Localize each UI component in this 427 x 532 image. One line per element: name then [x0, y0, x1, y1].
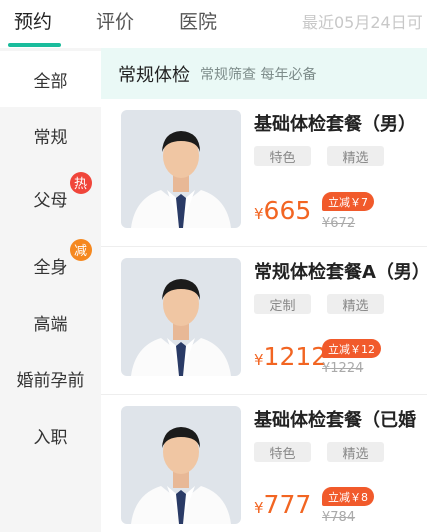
- sidebar-item-label: 父母 热: [33, 171, 92, 211]
- category-sidebar: 全部 常规 父母 热 全身 减 高端 婚前孕前 入职: [0, 48, 101, 532]
- original-price: ¥1224: [322, 361, 364, 376]
- sidebar-item-label: 入职: [33, 427, 68, 448]
- discount-badge: 立减￥8: [322, 487, 374, 506]
- sidebar-item-all[interactable]: 全部: [0, 51, 101, 107]
- doctor-photo: [121, 258, 241, 376]
- earliest-date-note: 最近05月24日可: [302, 13, 423, 32]
- sidebar-item-full-body[interactable]: 全身 减: [0, 237, 101, 293]
- package-tag: 定制: [254, 294, 311, 314]
- original-price: ¥784: [322, 510, 356, 525]
- section-title: 常规体检: [118, 65, 190, 86]
- doctor-photo: [121, 110, 241, 228]
- currency-symbol: ¥: [254, 499, 264, 517]
- tab-appointment[interactable]: 预约: [14, 7, 52, 34]
- original-price: ¥672: [322, 216, 356, 231]
- currency-symbol: ¥: [254, 351, 264, 369]
- discount-badge: 立减￥7: [322, 192, 374, 211]
- sidebar-item-onboarding[interactable]: 入职: [0, 407, 101, 463]
- sidebar-item-text: 全身: [33, 257, 68, 278]
- package-price: ¥665: [254, 196, 311, 225]
- section-subtitle: 常规筛查 每年必备: [200, 67, 317, 83]
- package-title: 常规体检套餐A（男）: [254, 262, 427, 283]
- package-price: ¥1212: [254, 342, 327, 371]
- section-header: 常规体检 常规筛查 每年必备: [101, 48, 427, 100]
- sidebar-item-routine[interactable]: 常规: [0, 107, 101, 163]
- sidebar-item-label: 全身 减: [33, 238, 92, 278]
- sidebar-item-parents[interactable]: 父母 热: [0, 170, 101, 226]
- sidebar-item-label: 常规: [33, 127, 68, 148]
- sidebar-item-premarital[interactable]: 婚前孕前: [0, 350, 101, 406]
- tab-reviews[interactable]: 评价: [96, 7, 134, 34]
- top-tab-bar: 预约 评价 医院 最近05月24日可: [0, 0, 427, 48]
- discount-badge: 减: [69, 238, 92, 261]
- package-list-panel: 常规体检 常规筛查 每年必备 基础体检套餐（男） 特色 精选 ¥665 立减￥7…: [101, 48, 427, 532]
- sidebar-item-label: 婚前孕前: [16, 370, 85, 391]
- package-tag: 精选: [327, 294, 384, 314]
- package-price: ¥777: [254, 490, 311, 519]
- sidebar-item-label: 高端: [33, 314, 68, 335]
- active-tab-indicator: [8, 43, 61, 47]
- package-card[interactable]: 基础体检套餐（男） 特色 精选 ¥665 立减￥7 ¥672: [101, 99, 427, 247]
- sidebar-item-text: 父母: [33, 190, 68, 211]
- package-tag: 特色: [254, 442, 311, 462]
- sidebar-item-label: 全部: [33, 71, 68, 92]
- package-card[interactable]: 基础体检套餐（已婚 特色 精选 ¥777 立减￥8 ¥784: [101, 395, 427, 532]
- package-title: 基础体检套餐（男）: [254, 114, 416, 135]
- discount-badge: 立减￥12: [322, 339, 381, 358]
- currency-symbol: ¥: [254, 205, 264, 223]
- package-tag: 精选: [327, 442, 384, 462]
- package-title: 基础体检套餐（已婚: [254, 410, 416, 431]
- sidebar-item-premium[interactable]: 高端: [0, 294, 101, 350]
- price-value: 1212: [263, 342, 328, 371]
- package-tag: 精选: [327, 146, 384, 166]
- package-tag: 特色: [254, 146, 311, 166]
- tab-hospital[interactable]: 医院: [179, 7, 217, 34]
- doctor-photo: [121, 406, 241, 524]
- price-value: 777: [263, 490, 312, 519]
- price-value: 665: [263, 196, 312, 225]
- hot-badge: 热: [69, 171, 92, 194]
- package-card[interactable]: 常规体检套餐A（男） 定制 精选 ¥1212 立减￥12 ¥1224: [101, 247, 427, 395]
